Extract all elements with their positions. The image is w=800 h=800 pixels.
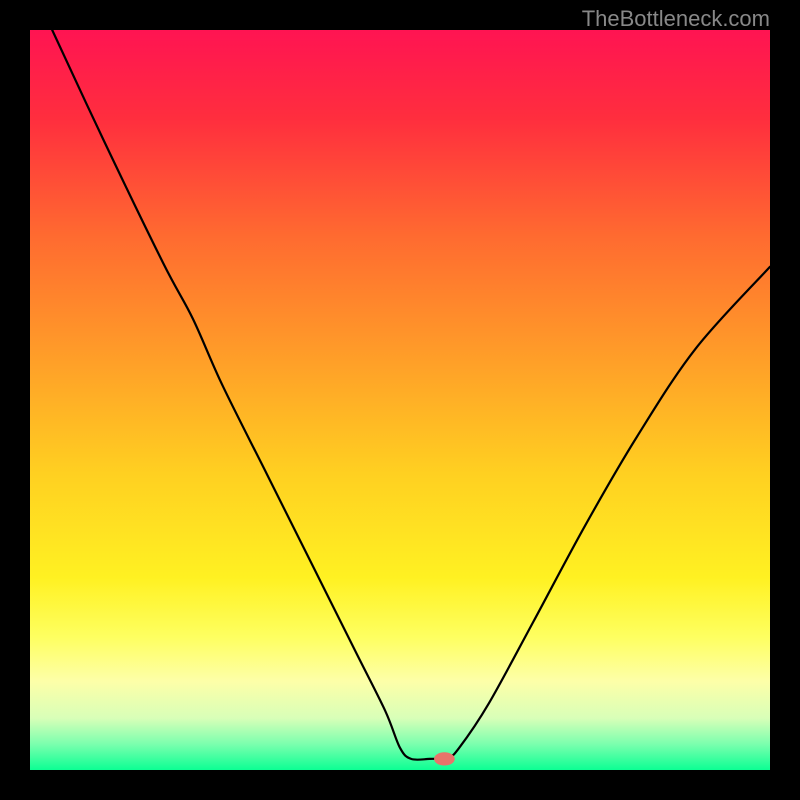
- optimal-marker: [434, 752, 455, 765]
- chart-container: TheBottleneck.com: [0, 0, 800, 800]
- bottleneck-chart: [30, 30, 770, 770]
- watermark-label: TheBottleneck.com: [582, 6, 770, 32]
